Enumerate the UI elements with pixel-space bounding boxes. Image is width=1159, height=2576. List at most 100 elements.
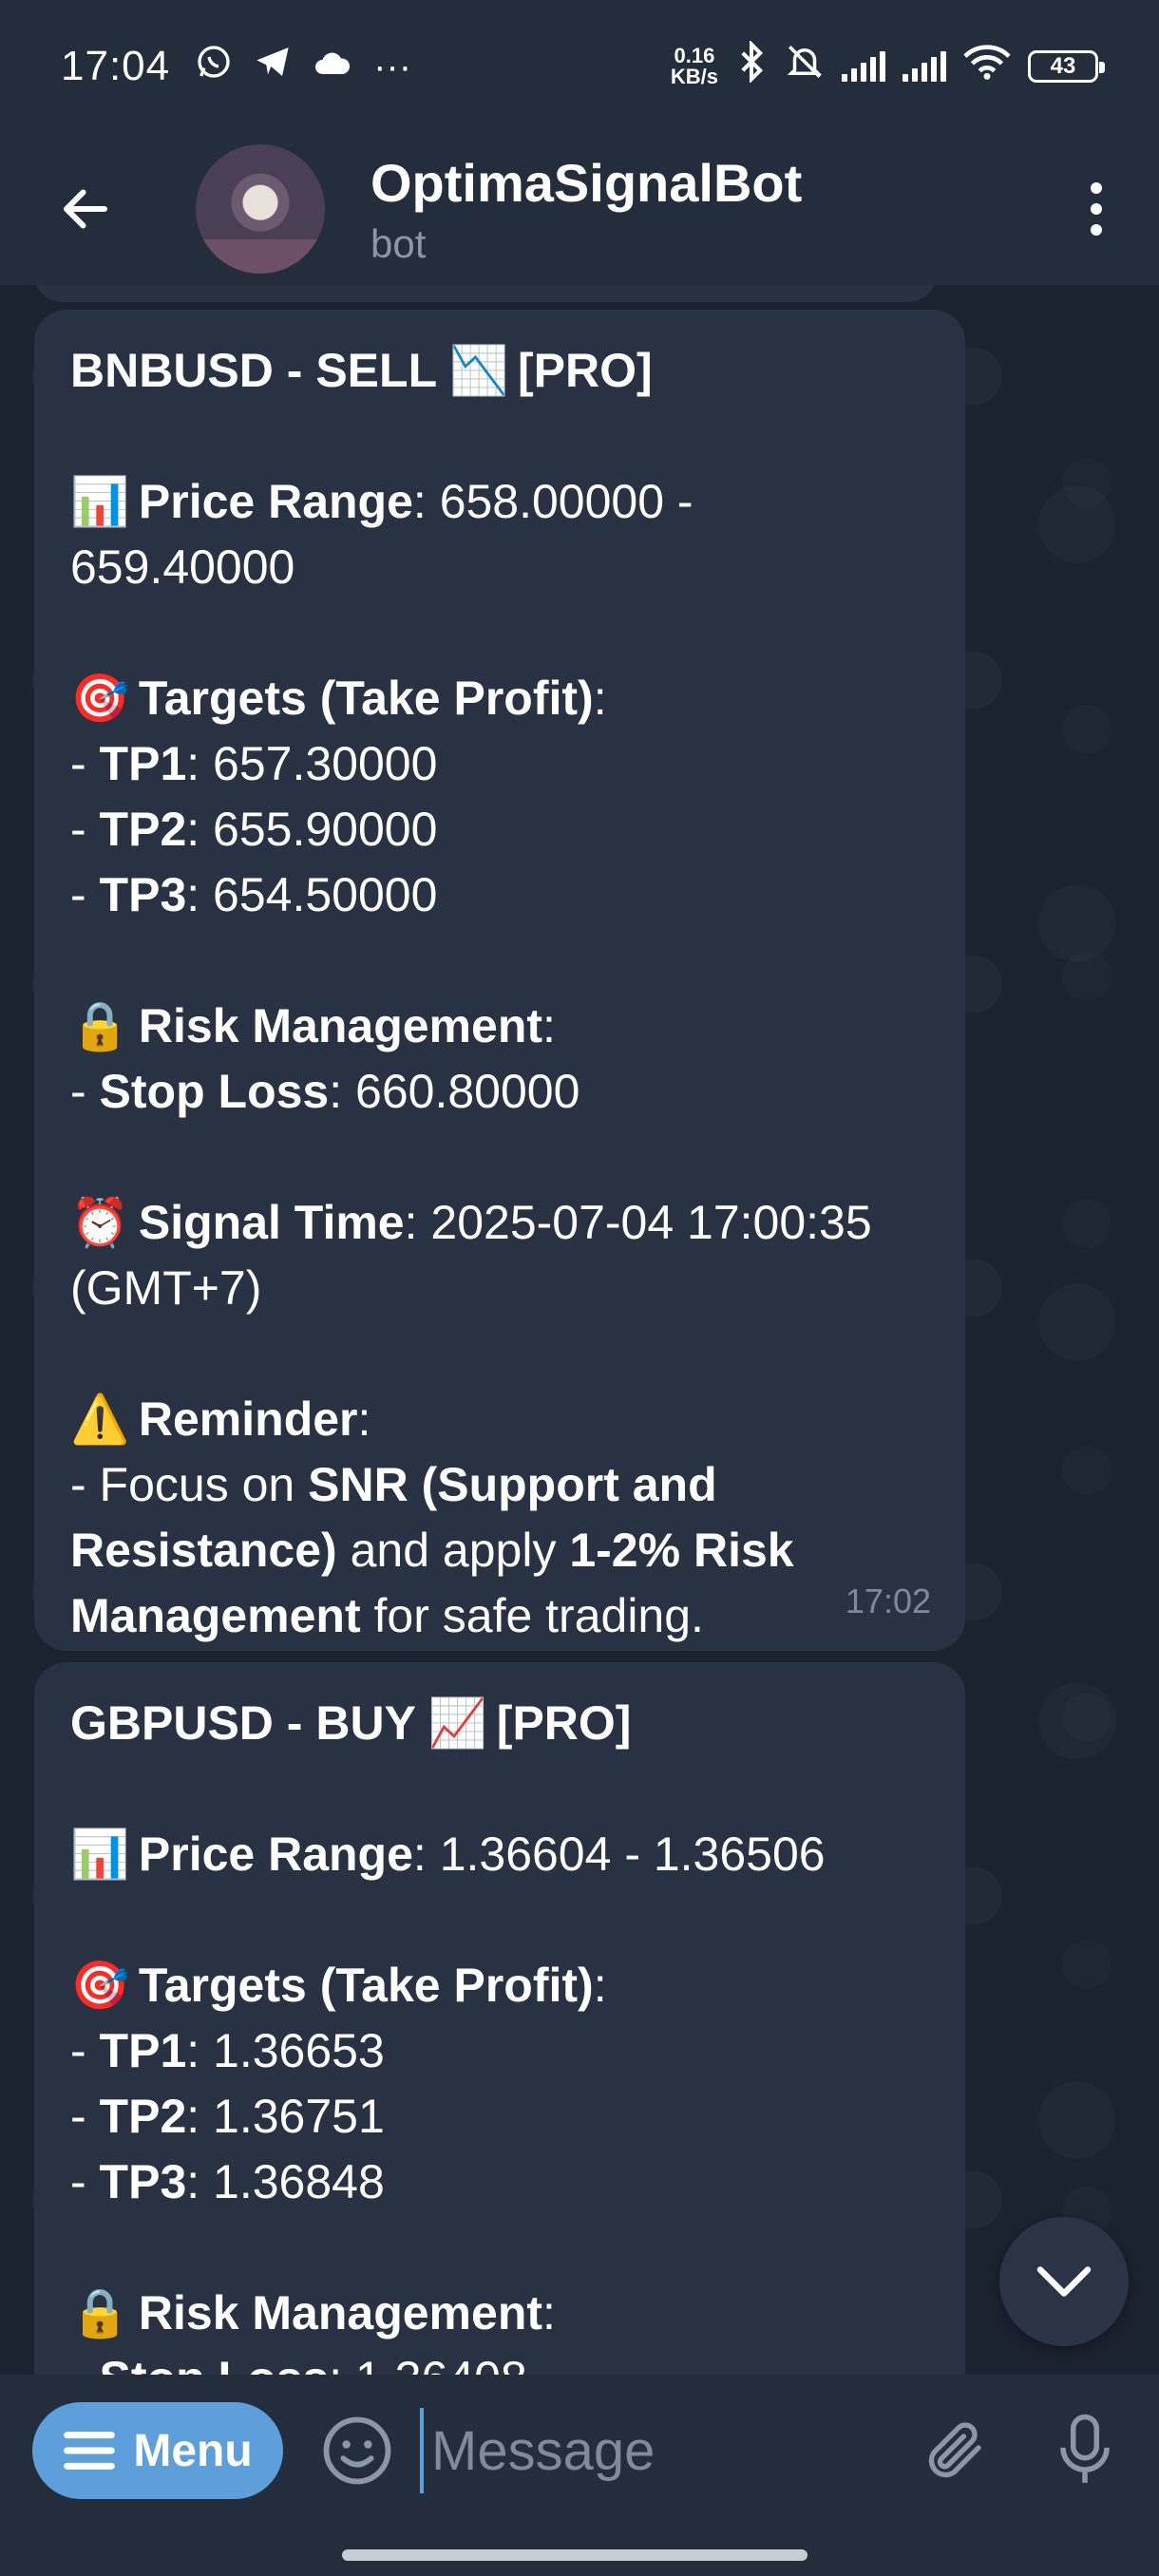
text: : (542, 999, 556, 1052)
bold-text: Targets (Take Profit) (125, 1959, 594, 2012)
message-line: Management for safe trading. (70, 1583, 929, 1649)
menu-icon (64, 2432, 116, 2470)
message-line: 🔒 Risk Management: (70, 994, 929, 1059)
message-line: - Stop Loss: 1.36408 (70, 2346, 929, 2375)
text: (GMT+7) (70, 1261, 262, 1315)
net-speed-value: 0.16 (674, 44, 715, 67)
message-line: - TP1: 657.30000 (70, 731, 929, 797)
message-bubble[interactable]: BNBUSD - SELL 📉 [PRO] 📊 Price Range: 658.… (34, 310, 965, 1651)
emoji-glyph: 📉 (449, 344, 509, 397)
message-line: - TP3: 654.50000 (70, 862, 929, 928)
wifi-icon (963, 43, 1011, 91)
text: : 1.36848 (186, 2155, 385, 2208)
text: - (70, 1065, 100, 1118)
bold-text: TP1 (99, 737, 187, 790)
text: and apply (336, 1524, 570, 1577)
message-line: - TP1: 1.36653 (70, 2018, 929, 2084)
text: : 660.80000 (329, 1065, 580, 1118)
avatar[interactable] (196, 144, 325, 274)
bold-text: BNBUSD - SELL (70, 344, 450, 397)
telegram-icon (254, 43, 292, 91)
message-time: 17:02 (845, 1582, 931, 1620)
bold-text: Targets (Take Profit) (125, 672, 594, 725)
more-options-button[interactable] (1077, 161, 1115, 256)
message-input[interactable] (420, 2408, 876, 2493)
bold-text: Stop Loss (99, 1065, 330, 1118)
bold-text: [PRO] (483, 1696, 632, 1750)
mic-icon (1060, 2414, 1110, 2483)
emoji-icon (323, 2416, 391, 2485)
previous-message-bubble[interactable] (34, 285, 937, 302)
message-line: BNBUSD - SELL 📉 [PRO] (70, 338, 929, 404)
text: : 657.30000 (186, 737, 438, 790)
menu-label: Menu (133, 2425, 253, 2476)
chat-title-block[interactable]: OptimaSignalBot bot (370, 152, 802, 267)
attach-button[interactable] (918, 2413, 994, 2489)
scroll-down-button[interactable] (999, 2217, 1129, 2346)
gesture-nav-handle[interactable] (342, 2549, 808, 2561)
emoji-glyph: ⏰ (70, 1196, 130, 1249)
net-speed: 0.16 KB/s (671, 46, 718, 87)
message-text: BNBUSD - SELL 📉 [PRO] 📊 Price Range: 658.… (70, 338, 929, 1649)
bold-text: Signal Time (125, 1196, 405, 1249)
message-line: 659.40000 (70, 535, 929, 600)
bold-text: TP2 (99, 2090, 187, 2143)
message-line: ⏰ Signal Time: 2025-07-04 17:00:35 (70, 1190, 929, 1256)
bold-text: 1-2% Risk (569, 1524, 794, 1577)
text: - (70, 868, 100, 921)
text: - (70, 2090, 100, 2143)
voice-message-button[interactable] (1047, 2413, 1123, 2489)
emoji-glyph: 📊 (70, 475, 130, 528)
cloud-icon (313, 43, 352, 90)
message-line: - TP3: 1.36848 (70, 2150, 929, 2215)
attach-icon (928, 2422, 981, 2478)
message-bubble[interactable]: GBPUSD - BUY 📈 [PRO] 📊 Price Range: 1.366… (34, 1662, 965, 2375)
status-time: 17:04 (61, 43, 171, 89)
text: - (70, 2024, 100, 2077)
bluetooth-icon (735, 39, 768, 93)
emoji-button[interactable] (319, 2413, 395, 2489)
message-line: 📊 Price Range: 1.36604 - 1.36506 (70, 1822, 929, 1887)
chat-header: OptimaSignalBot bot (0, 133, 1159, 285)
text: : 654.50000 (186, 868, 438, 921)
message-line: 🎯 Targets (Take Profit): (70, 1953, 929, 2018)
text: : 1.36653 (186, 2024, 385, 2077)
more-notifications-icon: ··· (373, 45, 412, 87)
text: : 658.00000 - (412, 475, 694, 528)
message-line: Resistance) and apply 1-2% Risk (70, 1518, 929, 1583)
bold-text: Risk Management (125, 999, 543, 1052)
text: - (70, 2155, 100, 2208)
text: - Focus on (70, 1458, 309, 1511)
battery-icon: 43 (1028, 50, 1105, 83)
emoji-glyph: 🔒 (70, 999, 130, 1052)
message-line: 🔒 Risk Management: (70, 2281, 929, 2346)
bold-text: Reminder (125, 1392, 358, 1446)
bold-text: TP1 (99, 2024, 187, 2077)
message-line: - TP2: 1.36751 (70, 2084, 929, 2150)
text: : 1.36408 (329, 2352, 527, 2375)
menu-button[interactable]: Menu (32, 2402, 283, 2499)
input-bar: Menu (0, 2375, 1159, 2576)
emoji-glyph: ⚠️ (70, 1392, 130, 1446)
signal-icon-2 (902, 51, 946, 82)
bold-text: SNR (Support and (308, 1458, 717, 1511)
bold-text: [PRO] (504, 344, 653, 397)
text: : 1.36604 - 1.36506 (412, 1828, 826, 1881)
bold-text: GBPUSD - BUY (70, 1696, 428, 1750)
status-right: 0.16 KB/s 43 (671, 39, 1105, 93)
message-line: - Stop Loss: 660.80000 (70, 1059, 929, 1125)
text: - (70, 803, 100, 856)
text: - (70, 737, 100, 790)
input-row: Menu (0, 2375, 1159, 2527)
bold-text: TP2 (99, 803, 187, 856)
text: : (542, 2286, 556, 2339)
text: for safe trading. (360, 1589, 704, 1642)
chat-title: OptimaSignalBot (370, 152, 803, 213)
back-button[interactable] (38, 161, 133, 256)
text: : (593, 1959, 607, 2012)
message-list[interactable]: BNBUSD - SELL 📉 [PRO] 📊 Price Range: 658.… (0, 285, 1159, 2375)
